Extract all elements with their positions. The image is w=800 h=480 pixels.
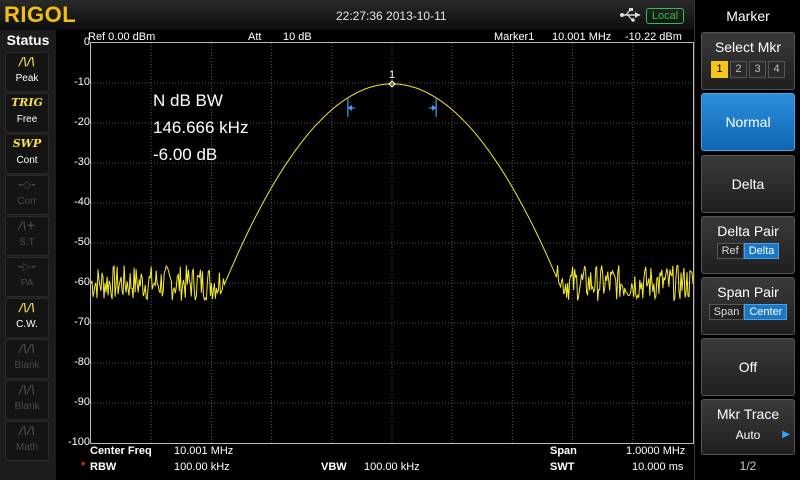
status-item-label: PA — [20, 278, 34, 289]
status-item-label: Blank — [14, 401, 40, 412]
status-item-label: Blank — [14, 360, 40, 371]
y-tick-label: -30 — [74, 156, 90, 168]
status-item-label: C.W. — [16, 319, 38, 330]
marker-1-number: 1 — [389, 69, 395, 81]
y-tick-label: -100 — [67, 436, 90, 448]
vbw-label: VBW — [321, 461, 347, 473]
ndb-mode-label: N dB BW — [153, 91, 223, 110]
spectrum-plot[interactable]: 1 N dB BW 146.666 kHz -6.00 dB — [90, 42, 694, 444]
status-item-blank: /\/\ Blank — [5, 380, 49, 420]
span-pair-key[interactable]: Span Pair Span Center — [701, 277, 795, 335]
status-item-corr: -◇- Corr — [5, 175, 49, 215]
center-freq-value[interactable]: 10.001 MHz — [174, 445, 233, 457]
swp-icon: SWP — [12, 137, 42, 150]
y-tick-label: -40 — [74, 196, 90, 208]
datetime-display: 22:27:36 2013-10-11 — [336, 9, 447, 23]
brand-logo: RIGOL — [4, 2, 77, 27]
delta-pair-label: Delta Pair — [717, 223, 779, 239]
y-tick-label: -10 — [74, 76, 90, 88]
status-panel: Status /\/\ Peak TRIG Free SWP Cont -◇- Corr /\+… — [0, 30, 57, 480]
rbw-label: RBW — [90, 461, 117, 473]
y-tick-label: -50 — [74, 236, 90, 248]
blank-icon: /\/\ — [18, 342, 36, 355]
off-button[interactable]: Off — [701, 338, 795, 396]
status-item-label: S.T — [19, 237, 35, 248]
status-item-label: Corr — [17, 196, 37, 207]
pa-icon: -▷- — [18, 260, 36, 273]
y-tick-label: -90 — [74, 396, 90, 408]
status-item-s-t: /\+ S.T — [5, 216, 49, 256]
y-tick-label: -80 — [74, 356, 90, 368]
y-tick-label: -20 — [74, 116, 90, 128]
y-tick-label: -60 — [74, 276, 90, 288]
status-item-peak: /\/\ Peak — [5, 52, 49, 92]
rbw-manual-indicator: * — [81, 460, 86, 472]
span-value[interactable]: 1.0000 MHz — [626, 445, 685, 457]
status-item-label: Math — [15, 442, 39, 453]
span-label: Span — [550, 445, 577, 457]
blank-icon: /\/\ — [18, 383, 36, 396]
ndb-bandwidth-value: 146.666 kHz — [153, 118, 249, 137]
corr-icon: -◇- — [18, 178, 36, 191]
marker-option-2[interactable]: 2 — [730, 61, 747, 78]
trig-icon: TRIG — [11, 96, 43, 109]
ndb-annotation: N dB BW 146.666 kHz -6.00 dB — [153, 87, 248, 168]
status-item-pa: -▷- PA — [5, 257, 49, 297]
span-pair-center-option[interactable]: Center — [744, 304, 788, 320]
top-bar: RIGOL 22:27:36 2013-10-11 Local — [0, 0, 694, 30]
marker-trace-key[interactable]: Mkr Trace Auto ▶ — [701, 399, 795, 455]
math-icon: /\/\ — [18, 424, 36, 437]
vbw-value[interactable]: 100.00 kHz — [364, 461, 420, 473]
swt-label: SWT — [550, 461, 575, 473]
status-item-c-w: /\/\ C.W. — [5, 298, 49, 338]
peak-icon: /\/\ — [18, 55, 36, 68]
y-tick-label: -70 — [74, 316, 90, 328]
delta-pair-key[interactable]: Delta Pair Ref Delta — [701, 216, 795, 274]
status-item-cont: SWP Cont — [5, 134, 49, 174]
marker-option-1[interactable]: 1 — [711, 61, 728, 78]
submenu-arrow-icon: ▶ — [782, 429, 790, 440]
menu-title: Marker — [726, 8, 770, 24]
center-freq-label: Center Freq — [90, 445, 152, 457]
status-item-free: TRIG Free — [5, 93, 49, 133]
marker-selector: 1234 — [702, 59, 794, 78]
status-item-label: Peak — [15, 73, 39, 84]
status-item-label: Cont — [16, 155, 38, 166]
marker-trace-label: Mkr Trace — [716, 406, 780, 422]
select-marker-key[interactable]: Select Mkr 1234 — [701, 32, 795, 90]
ndb-level-value: -6.00 dB — [153, 145, 218, 164]
status-item-math: /\/\ Math — [5, 421, 49, 461]
span-pair-span-option[interactable]: Span — [708, 304, 745, 320]
menu-page-indicator[interactable]: 1/2 — [695, 459, 800, 473]
status-item-blank: /\/\ Blank — [5, 339, 49, 379]
marker-option-4[interactable]: 4 — [768, 61, 785, 78]
select-marker-label: Select Mkr — [714, 39, 782, 55]
spectrum-display: Ref 0.00 dBm Att 10 dB Marker1 10.001 MH… — [56, 30, 694, 480]
status-item-label: Free — [16, 114, 38, 125]
cw-icon: /\/\ — [18, 301, 36, 314]
normal-button[interactable]: Normal — [701, 93, 795, 151]
usb-icon — [620, 8, 642, 27]
marker-option-3[interactable]: 3 — [749, 61, 766, 78]
swt-value[interactable]: 10.000 ms — [632, 461, 683, 473]
remote-status-badge[interactable]: Local — [646, 8, 684, 24]
delta-pair-delta-option[interactable]: Delta — [743, 243, 780, 259]
span-pair-label: Span Pair — [717, 284, 779, 300]
rbw-value[interactable]: 100.00 kHz — [174, 461, 230, 473]
delta-button[interactable]: Delta — [701, 155, 795, 213]
status-title: Status — [6, 32, 50, 48]
st-icon: /\+ — [18, 219, 36, 232]
y-tick-label: 0 — [83, 36, 90, 48]
delta-pair-ref-option[interactable]: Ref — [716, 243, 744, 259]
softkey-menu: Marker Select Mkr 1234 Normal Delta Delt… — [694, 0, 800, 480]
marker-trace-value: Auto — [735, 428, 761, 442]
